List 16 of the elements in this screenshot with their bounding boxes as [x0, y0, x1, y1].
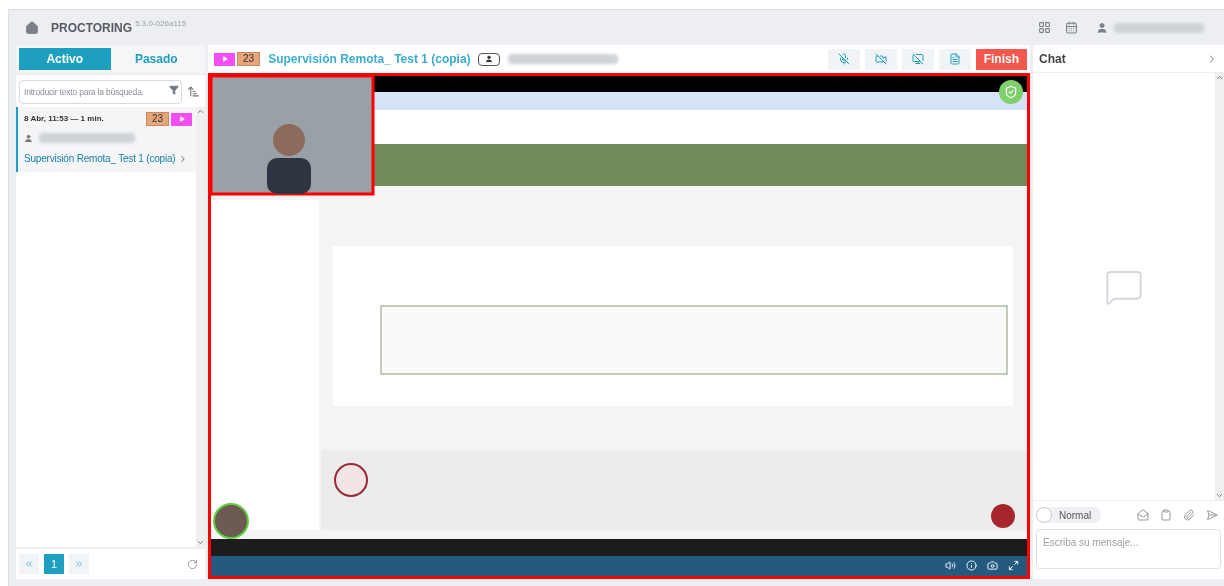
page-button[interactable]: 1: [44, 554, 64, 574]
search-field[interactable]: Introducir texto para la búsqueda.: [19, 80, 182, 104]
app-title: PROCTORING: [51, 19, 133, 37]
mode-toggle[interactable]: Normal: [1036, 507, 1101, 523]
count-badge: 23: [237, 52, 261, 66]
tab[interactable]: Pasado: [110, 48, 202, 70]
session-time: 8 Abr, 11:53 — 1 min.: [24, 113, 104, 125]
session-item[interactable]: 8 Abr, 11:53 — 1 min. 23 Supervisión Remota_ Test 1 (copia): [16, 107, 196, 172]
message-field[interactable]: Escriba su mensaje...: [1036, 529, 1221, 569]
session-title: Supervisión Remota_ Test 1 (copia): [268, 51, 471, 68]
session-title: Supervisión Remota_ Test 1 (copia): [24, 152, 176, 166]
chat-title: Chat: [1039, 50, 1066, 68]
finish-button[interactable]: Finish: [975, 48, 1027, 70]
version-label: 5.3.0-026a115: [135, 17, 187, 30]
count-badge: 23: [145, 112, 169, 126]
tab[interactable]: Activo: [19, 48, 111, 70]
